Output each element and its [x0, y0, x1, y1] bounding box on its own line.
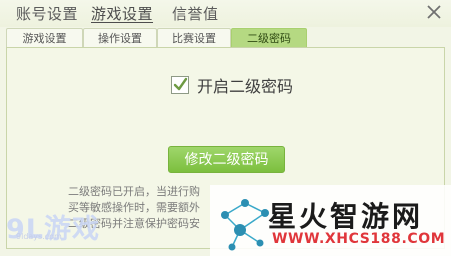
enable-secondary-password-toggle[interactable]: 开启二级密码: [171, 74, 293, 96]
modify-secondary-password-button[interactable]: 修改二级密码: [168, 146, 285, 173]
watermark-title: 星火智游网: [268, 200, 424, 233]
watermark-left-sub: 9ldays.com: [16, 232, 62, 241]
checkmark-icon: [173, 77, 188, 91]
tab-game-settings[interactable]: 游戏设置: [91, 3, 153, 24]
close-icon[interactable]: [425, 3, 443, 21]
checkbox-label: 开启二级密码: [197, 77, 294, 96]
tab-account-settings[interactable]: 账号设置: [16, 3, 78, 24]
enable-secondary-password-checkbox[interactable]: [171, 76, 189, 94]
subtab-secondary-password[interactable]: 二级密码: [231, 28, 307, 48]
tab-reputation[interactable]: 信誉值: [172, 3, 219, 24]
subtab-match-settings[interactable]: 比赛设置: [157, 28, 231, 48]
sub-tab-bar: 游戏设置 操作设置 比赛设置 二级密码: [0, 28, 451, 48]
subtab-game-settings[interactable]: 游戏设置: [6, 28, 83, 48]
top-tab-bar: 账号设置 游戏设置 信誉值: [0, 0, 451, 27]
subtab-operation-settings[interactable]: 操作设置: [83, 28, 157, 48]
watermark-url: WWW.XHCS188.COM: [272, 231, 446, 247]
